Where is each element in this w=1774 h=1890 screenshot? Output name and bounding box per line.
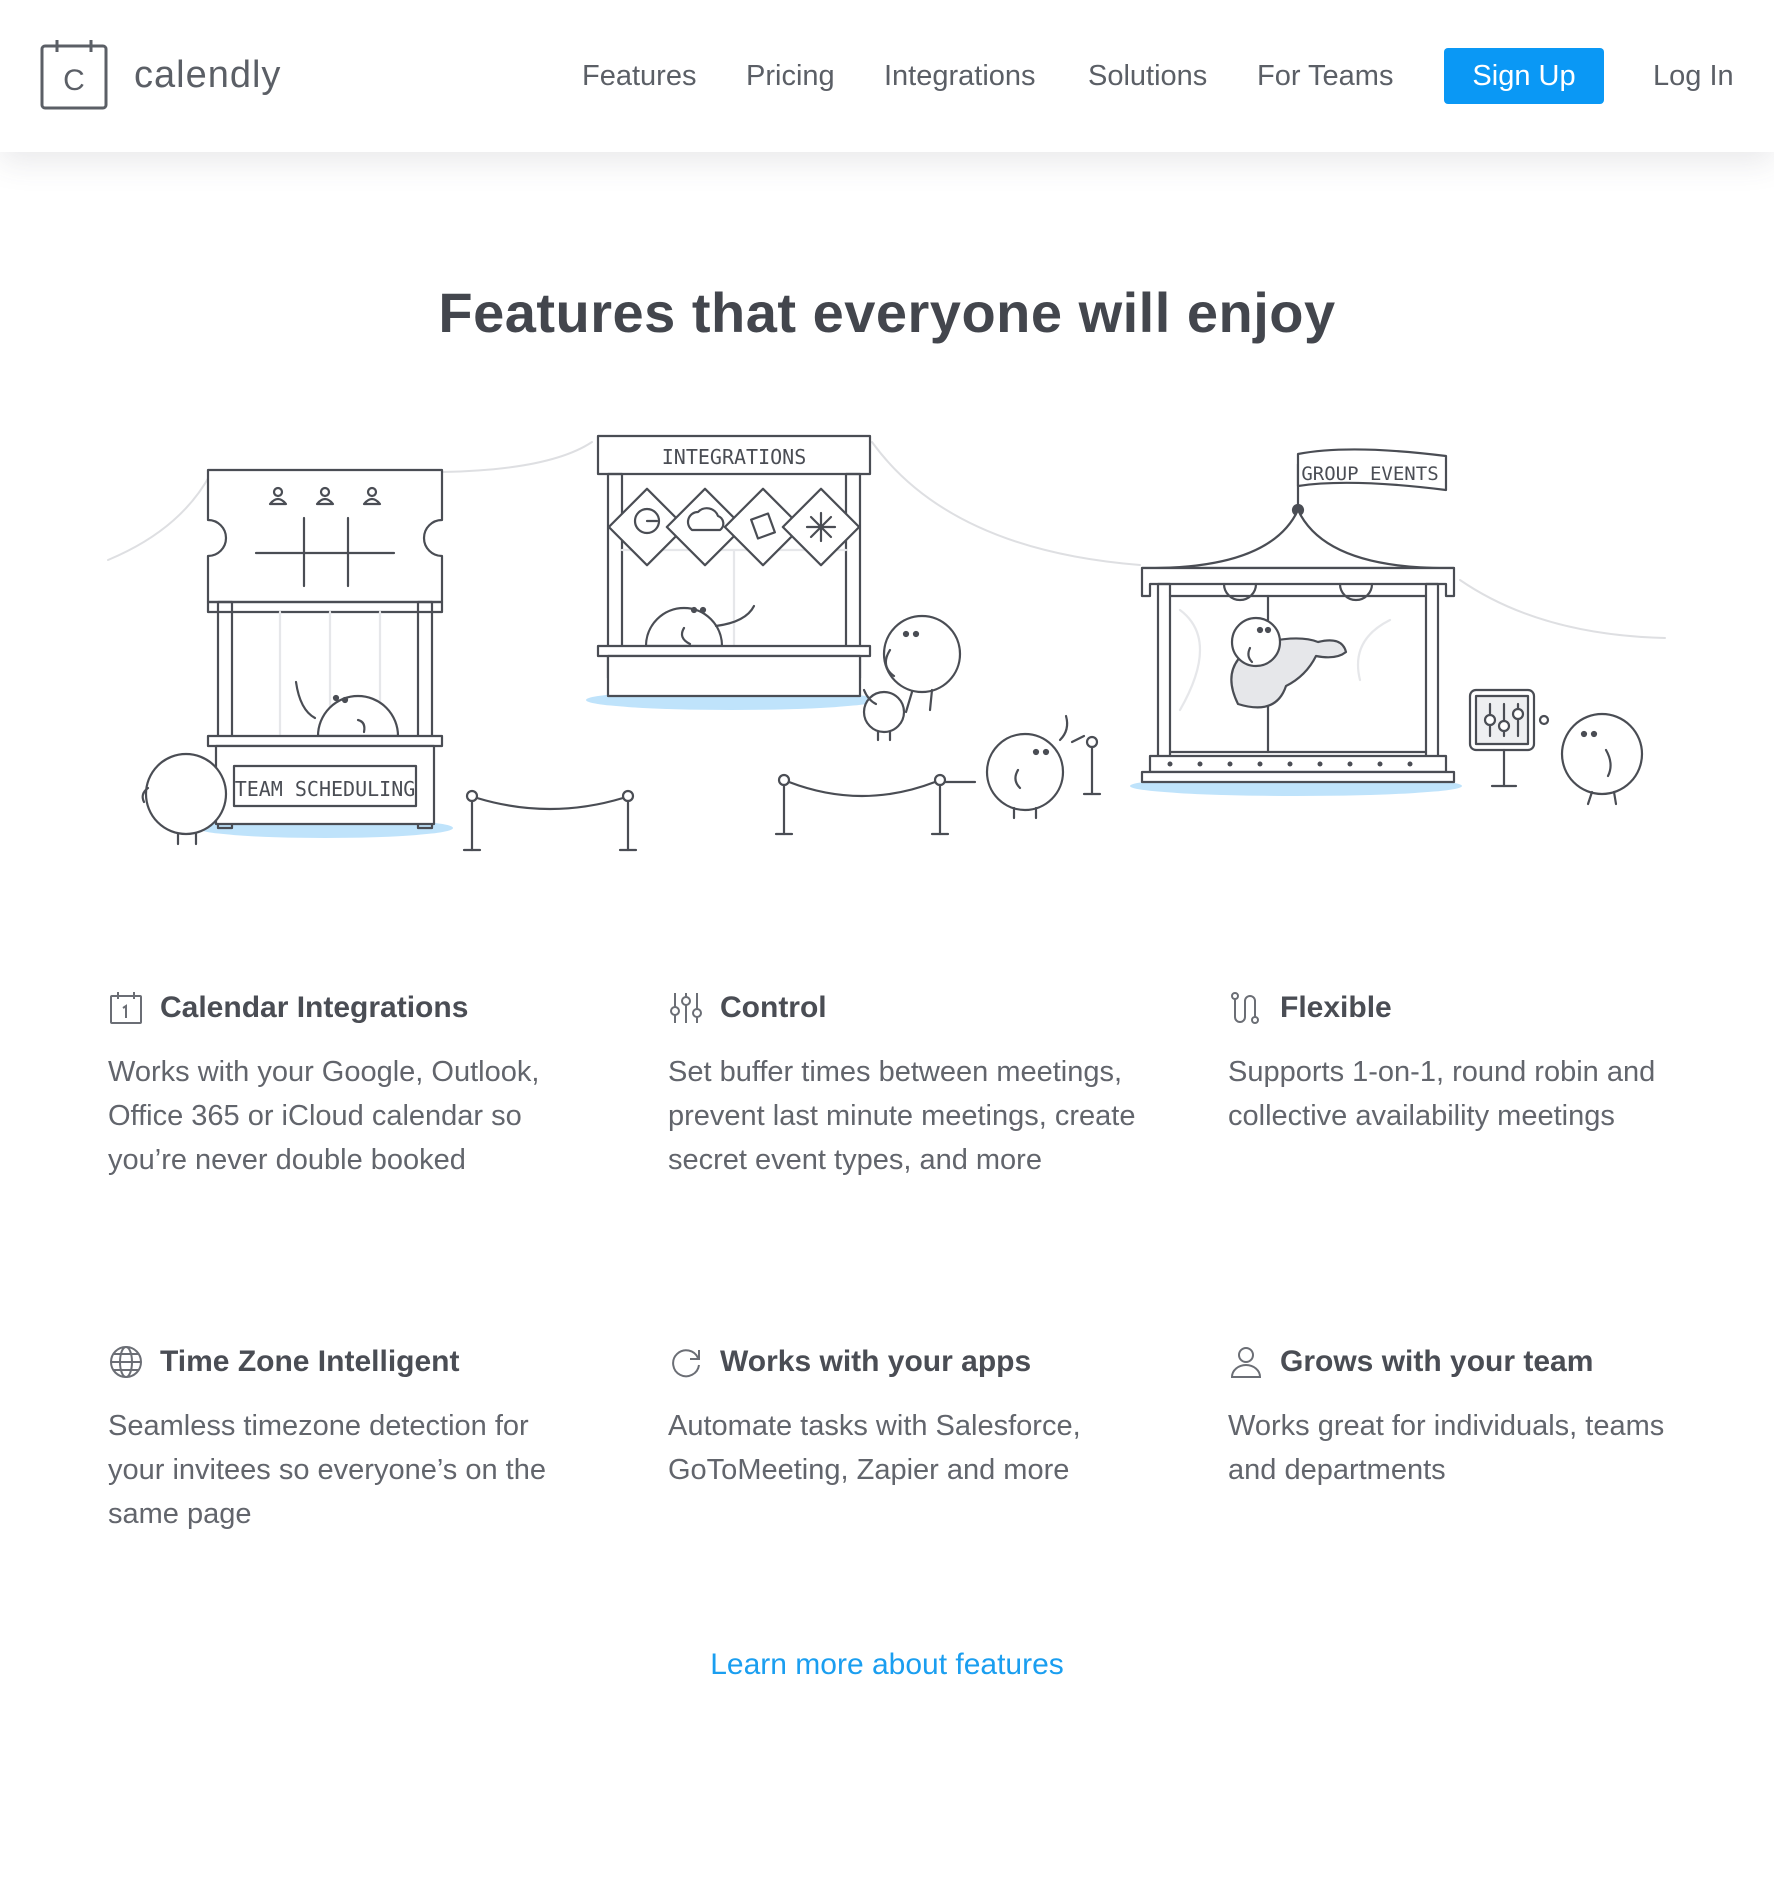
feature-title: Grows with your team (1280, 1345, 1594, 1378)
feature-description: Supports 1-on-1, round robin and collect… (1228, 1056, 1656, 1132)
flexible-icon (1228, 990, 1264, 1026)
feature-description: Automate tasks with Salesforce, GoToMeet… (668, 1410, 1081, 1486)
feature-title: Works with your apps (720, 1345, 1032, 1378)
feature-flexible: Flexible Supports 1-on-1, round robin an… (1228, 988, 1698, 1138)
feature-description: Works great for individuals, teams and d… (1228, 1410, 1665, 1486)
nav-link-solutions[interactable]: Solutions (1088, 48, 1207, 104)
globe-icon (108, 1344, 144, 1380)
nav-link-for-teams[interactable]: For Teams (1257, 48, 1393, 104)
login-link[interactable]: Log In (1653, 48, 1734, 104)
top-navigation: C calendly Features Pricing Integrations… (0, 0, 1774, 152)
team-scheduling-booth: TEAM SCHEDULING (141, 468, 638, 852)
feature-title: Calendar Integrations (160, 991, 469, 1024)
feature-title: Control (720, 991, 827, 1024)
learn-more-link[interactable]: Learn more about features (0, 1648, 1774, 1682)
feature-description: Works with your Google, Outlook, Office … (108, 1056, 540, 1176)
feature-calendar-integrations: Calendar Integrations Works with your Go… (108, 988, 578, 1182)
rope-stands-middle (774, 714, 1102, 836)
feature-control: Control Set buffer times between meeting… (668, 988, 1138, 1182)
feature-title: Time Zone Intelligent (160, 1345, 460, 1378)
page-title: Features that everyone will enjoy (438, 281, 1336, 344)
feature-description: Seamless timezone detection for your inv… (108, 1410, 546, 1530)
features-illustration: TEAM SCHEDULING INTEGRATIONS GROUP EVENT… (107, 434, 1666, 852)
feature-description: Set buffer times between meetings, preve… (668, 1056, 1136, 1176)
nav-link-pricing[interactable]: Pricing (746, 48, 835, 104)
feature-works-with-apps: Works with your apps Automate tasks with… (668, 1342, 1138, 1492)
team-scheduling-label: TEAM SCHEDULING (235, 777, 416, 801)
feature-title: Flexible (1280, 991, 1392, 1024)
feature-time-zone: Time Zone Intelligent Seamless timezone … (108, 1342, 578, 1536)
group-events-label: GROUP EVENTS (1301, 463, 1438, 485)
nav-link-features[interactable]: Features (582, 48, 696, 104)
integrations-booth: INTEGRATIONS (586, 434, 962, 742)
sync-icon (668, 1344, 704, 1380)
user-icon (1228, 1344, 1264, 1380)
sliders-icon (668, 990, 704, 1026)
feature-grows-with-team: Grows with your team Works great for ind… (1228, 1342, 1698, 1492)
signup-button[interactable]: Sign Up (1444, 48, 1604, 104)
nav-link-integrations[interactable]: Integrations (884, 48, 1036, 104)
group-events-carousel: GROUP EVENTS (1130, 448, 1644, 806)
integrations-label: INTEGRATIONS (662, 445, 807, 469)
calendar-icon (108, 990, 144, 1026)
